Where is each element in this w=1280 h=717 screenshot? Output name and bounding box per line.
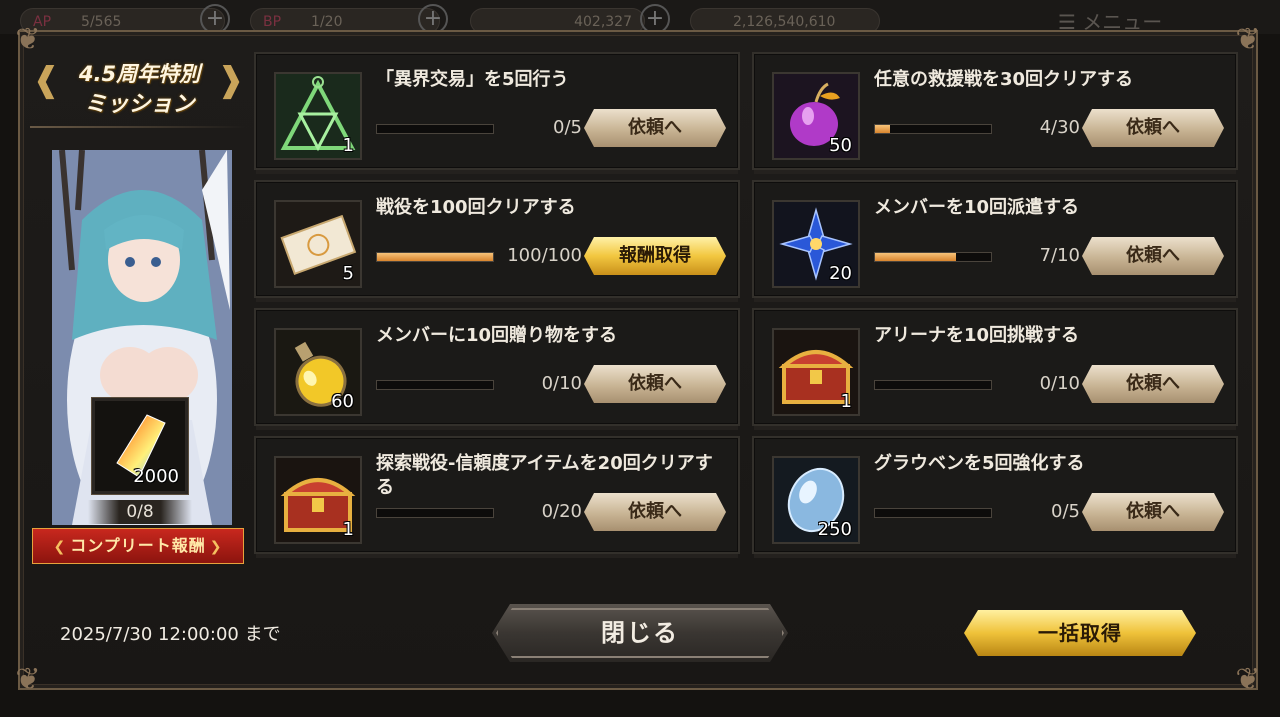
progress-bar — [874, 124, 992, 134]
progress-fill — [875, 253, 957, 261]
reward-count: 1 — [342, 135, 354, 156]
progress-bar — [376, 252, 494, 262]
event-title-line2: ミッション — [84, 92, 195, 117]
progress-text: 0/10 — [541, 373, 582, 394]
progress-text: 7/10 — [1039, 245, 1080, 266]
mission-title: メンバーを10回派遣する — [874, 197, 1080, 218]
corner-ornament-icon: ❦ — [1235, 662, 1261, 697]
mission-reward-slot[interactable]: 1 — [274, 72, 362, 160]
claim-reward-button[interactable]: 報酬取得 — [584, 237, 726, 275]
event-title-badge: ❰ ❱ 4.5周年特別 ミッション — [32, 52, 247, 118]
go-to-mission-button[interactable]: 依頼へ — [1082, 365, 1224, 403]
progress-fill — [377, 253, 493, 261]
mission-card: 20 メンバーを10回派遣する 7/10 依頼へ — [752, 180, 1238, 302]
progress-text: 0/10 — [1039, 373, 1080, 394]
progress-fill — [875, 125, 891, 133]
mission-card: 250 グラウベンを5回強化する 0/5 依頼へ — [752, 436, 1238, 558]
close-button[interactable]: 閉じる — [492, 604, 788, 662]
mission-reward-slot[interactable]: 1 — [274, 456, 362, 544]
progress-text: 100/100 — [507, 245, 582, 266]
progress-text: 0/20 — [541, 501, 582, 522]
mission-reward-slot[interactable]: 60 — [274, 328, 362, 416]
left-wing-icon: ❰ — [32, 60, 61, 100]
reward-count: 1 — [840, 391, 852, 412]
mission-title: グラウベンを5回強化する — [874, 453, 1085, 474]
event-title-line1: 4.5周年特別 — [78, 62, 201, 86]
reward-count: 250 — [817, 519, 852, 540]
mission-reward-slot[interactable]: 5 — [274, 200, 362, 288]
mission-card: 1 アリーナを10回挑戦する 0/10 依頼へ — [752, 308, 1238, 430]
mission-card: 5 戦役を100回クリアする 100/100 報酬取得 — [254, 180, 740, 302]
mission-reward-slot[interactable]: 250 — [772, 456, 860, 544]
mission-reward-slot[interactable]: 50 — [772, 72, 860, 160]
reward-count: 1 — [342, 519, 354, 540]
mission-card: 50 任意の救援戦を30回クリアする 4/30 依頼へ — [752, 52, 1238, 174]
progress-bar — [874, 380, 992, 390]
progress-bar — [874, 508, 992, 518]
progress-text: 0/5 — [553, 117, 582, 138]
complete-progress: 0/8 — [88, 500, 192, 524]
corner-ornament-icon: ❦ — [15, 662, 41, 697]
mission-title: アリーナを10回挑戦する — [874, 325, 1080, 346]
reward-count: 60 — [331, 391, 354, 412]
right-wing-icon: ❱ — [216, 60, 246, 100]
go-to-mission-button[interactable]: 依頼へ — [1082, 237, 1224, 275]
deadline-text: 2025/7/30 12:00:00 まで — [60, 624, 281, 645]
go-to-mission-button[interactable]: 依頼へ — [1082, 493, 1224, 531]
go-to-mission-button[interactable]: 依頼へ — [584, 493, 726, 531]
mission-reward-slot[interactable]: 20 — [772, 200, 860, 288]
mission-card: 1 探索戦役-信頼度アイテムを20回クリアする 0/20 依頼へ — [254, 436, 740, 558]
reward-count: 20 — [829, 263, 852, 284]
divider — [30, 126, 245, 128]
complete-reward-banner: ❮ コンプリート報酬 ❯ — [32, 528, 244, 564]
go-to-mission-button[interactable]: 依頼へ — [1082, 109, 1224, 147]
flourish-icon: ❯ — [209, 539, 223, 555]
reward-count: 50 — [829, 135, 852, 156]
progress-bar — [376, 380, 494, 390]
progress-bar — [874, 252, 992, 262]
progress-bar — [376, 508, 494, 518]
progress-text: 4/30 — [1039, 117, 1080, 138]
bulk-claim-button[interactable]: 一括取得 — [964, 610, 1196, 656]
complete-reward-item[interactable]: 2000 — [91, 397, 189, 495]
mission-card: 1 「異界交易」を5回行う 0/5 依頼へ — [254, 52, 740, 174]
progress-text: 0/5 — [1051, 501, 1080, 522]
mission-title: 探索戦役-信頼度アイテムを20回クリアする — [376, 453, 713, 498]
mission-reward-slot[interactable]: 1 — [772, 328, 860, 416]
flourish-icon: ❮ — [53, 539, 67, 555]
go-to-mission-button[interactable]: 依頼へ — [584, 109, 726, 147]
progress-bar — [376, 124, 494, 134]
mission-title: 任意の救援戦を30回クリアする — [874, 69, 1134, 90]
go-to-mission-button[interactable]: 依頼へ — [584, 365, 726, 403]
mission-title: メンバーに10回贈り物をする — [376, 325, 618, 346]
mission-title: 戦役を100回クリアする — [376, 197, 576, 218]
reward-count: 5 — [342, 263, 354, 284]
mission-title: 「異界交易」を5回行う — [376, 69, 569, 90]
mission-card: 60 メンバーに10回贈り物をする 0/10 依頼へ — [254, 308, 740, 430]
